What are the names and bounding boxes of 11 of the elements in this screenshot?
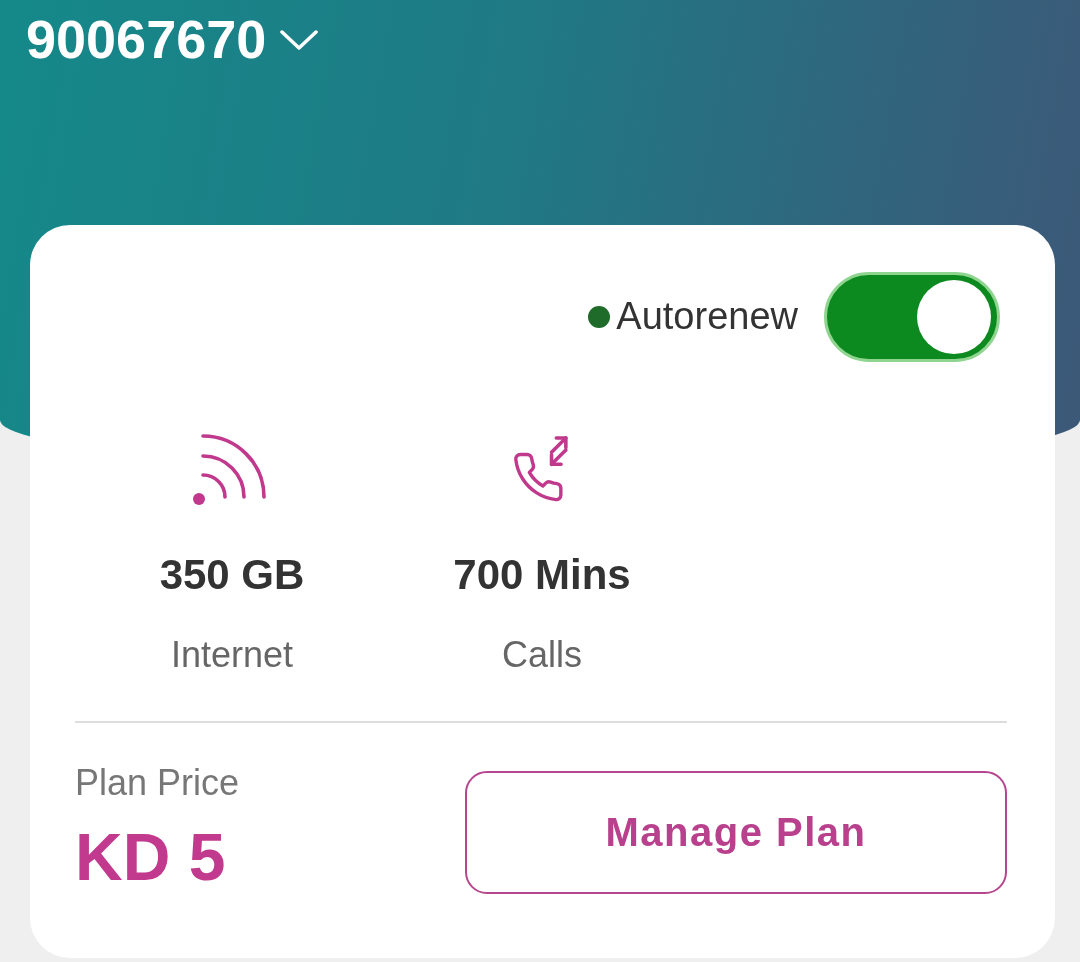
autorenew-label: Autorenew [616, 294, 798, 340]
status-dot-icon [588, 306, 611, 328]
number-selector[interactable]: 90067670 [26, 10, 319, 70]
allowance-amount: 700 Mins [452, 550, 632, 600]
allowance-label: Internet [169, 633, 295, 677]
chevron-down-icon [280, 28, 319, 51]
allowance-amount: 350 GB [158, 550, 306, 600]
manage-plan-button[interactable]: Manage Plan [465, 770, 1007, 894]
price-value: KD 5 [75, 819, 227, 896]
price-label: Plan Price [75, 760, 240, 804]
allowance-label: Calls [501, 633, 583, 677]
